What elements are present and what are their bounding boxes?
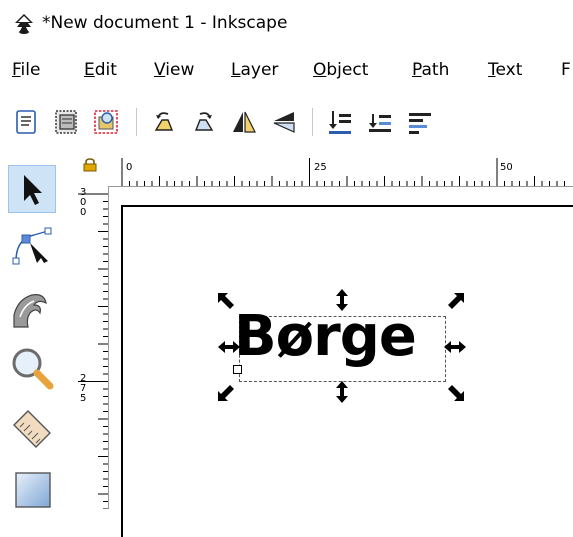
menu-edit-label: dit — [94, 60, 117, 80]
ruler-corner — [76, 156, 108, 186]
toolbar-separator — [136, 108, 137, 136]
tool-palette — [0, 155, 75, 509]
scale-handle-right-icon[interactable] — [443, 335, 467, 359]
vruler-label-275: 275 — [80, 373, 87, 404]
rectangle-tool[interactable] — [8, 465, 56, 513]
hruler-label-50: 50 — [500, 162, 513, 173]
scale-handle-top-icon[interactable] — [330, 288, 354, 312]
tweak-tool-icon — [13, 294, 47, 328]
vruler-label-300: 300 — [80, 187, 87, 218]
menu-edit-mnemonic: E — [84, 60, 95, 80]
zoom-tool[interactable] — [8, 345, 56, 393]
menu-filters-mnemonic: F — [561, 60, 571, 80]
menu-path-mnemonic: P — [412, 60, 422, 80]
raise-icon[interactable] — [404, 106, 436, 138]
menu-view-label: iew — [165, 60, 195, 80]
hruler-label-25: 25 — [314, 162, 327, 173]
scale-handle-bottom-right-icon[interactable] — [443, 380, 467, 404]
hruler-label-0: 0 — [126, 162, 133, 173]
menu-path[interactable]: Path — [412, 60, 449, 80]
menu-text[interactable]: Text — [488, 60, 522, 80]
flip-vertical-icon[interactable] — [268, 106, 300, 138]
vertical-ruler[interactable]: 300 275 — [76, 186, 109, 509]
rectangle-tool-icon — [15, 472, 51, 508]
lower-to-bottom-icon[interactable] — [324, 106, 356, 138]
menu-object-mnemonic: O — [313, 60, 327, 80]
measure-tool[interactable] — [8, 405, 56, 453]
drawing-canvas[interactable]: Børge — [109, 187, 573, 537]
menu-object-label: bject — [326, 60, 369, 80]
horizontal-ruler[interactable]: 0 25 50 — [108, 156, 573, 187]
zoom-tool-icon — [12, 348, 54, 390]
flip-horizontal-icon[interactable] — [228, 106, 260, 138]
menu-file-mnemonic: F — [12, 60, 21, 80]
menu-view[interactable]: View — [154, 60, 194, 80]
selector-tool[interactable] — [8, 165, 56, 213]
select-same-icon[interactable] — [90, 106, 122, 138]
scale-handle-bottom-icon[interactable] — [330, 380, 354, 404]
menu-file-label: ile — [20, 60, 41, 80]
menu-bar: File Edit View Layer Object Path Text F — [0, 52, 573, 92]
menu-view-mnemonic: V — [154, 60, 166, 80]
menu-object[interactable]: Object — [313, 60, 368, 80]
window-title: *New document 1 - Inkscape — [42, 13, 288, 33]
commands-toolbar — [0, 100, 573, 148]
rotate-ccw-icon[interactable] — [148, 106, 180, 138]
text-object[interactable]: Børge — [234, 305, 417, 369]
title-bar: *New document 1 - Inkscape — [0, 0, 573, 50]
menu-filters[interactable]: F — [561, 60, 571, 80]
menu-layer[interactable]: Layer — [231, 60, 278, 80]
lock-icon[interactable] — [82, 158, 98, 172]
select-all-icon[interactable] — [10, 106, 42, 138]
vertical-ruler-ticks — [78, 193, 108, 509]
inkscape-logo-icon — [15, 14, 33, 34]
rotate-cw-icon[interactable] — [188, 106, 220, 138]
tweak-tool[interactable] — [8, 285, 56, 333]
menu-text-mnemonic: T — [488, 60, 496, 80]
menu-edit[interactable]: Edit — [84, 60, 117, 80]
scale-handle-bottom-left-icon[interactable] — [215, 380, 239, 404]
lower-icon[interactable] — [364, 106, 396, 138]
menu-text-label: ext — [495, 60, 523, 80]
node-tool[interactable] — [8, 225, 56, 273]
text-baseline-anchor[interactable] — [233, 365, 242, 374]
node-tool-icon — [12, 227, 52, 265]
scale-handle-left-icon[interactable] — [217, 335, 241, 359]
toolbar-separator — [312, 108, 313, 136]
measure-tool-icon — [13, 410, 51, 448]
select-all-layers-icon[interactable] — [50, 106, 82, 138]
menu-layer-label: ayer — [240, 60, 279, 80]
menu-file[interactable]: File — [12, 60, 40, 80]
menu-path-label: ath — [421, 60, 450, 80]
scale-handle-top-left-icon[interactable] — [215, 290, 239, 314]
scale-handle-top-right-icon[interactable] — [443, 290, 467, 314]
selector-tool-icon — [24, 175, 42, 205]
